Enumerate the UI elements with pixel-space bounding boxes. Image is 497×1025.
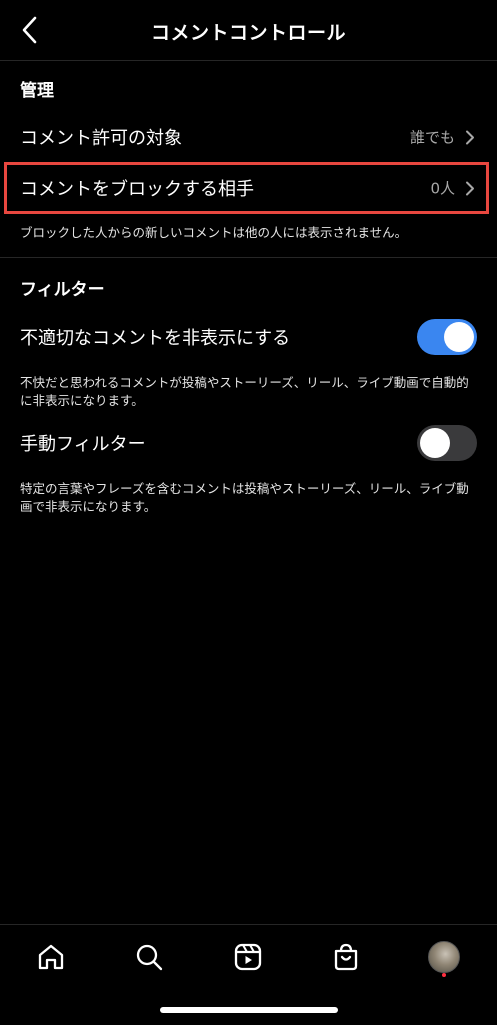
tab-shop[interactable] bbox=[326, 937, 366, 977]
highlight-annotation bbox=[4, 162, 489, 214]
shop-icon bbox=[334, 943, 358, 971]
header: コメントコントロール bbox=[0, 0, 497, 61]
tab-home[interactable] bbox=[31, 937, 71, 977]
toggle-knob bbox=[444, 322, 474, 352]
tab-search[interactable] bbox=[129, 937, 169, 977]
home-indicator bbox=[160, 1007, 338, 1013]
manual-filter-toggle[interactable] bbox=[417, 425, 477, 461]
allow-comments-from-value: 誰でも bbox=[409, 128, 455, 147]
hide-offensive-toggle[interactable] bbox=[417, 319, 477, 355]
allow-comments-from-label: コメント許可の対象 bbox=[20, 128, 182, 149]
tab-profile[interactable] bbox=[424, 937, 464, 977]
tab-reels[interactable] bbox=[228, 937, 268, 977]
manual-filter-description: 特定の言葉やフレーズを含むコメントは投稿やストーリーズ、リール、ライブ動画で非表… bbox=[20, 481, 469, 514]
page-title: コメントコントロール bbox=[150, 22, 346, 44]
allow-comments-from-row[interactable]: コメント許可の対象 誰でも bbox=[0, 112, 497, 162]
section-title-management: 管理 bbox=[20, 81, 54, 101]
profile-avatar bbox=[428, 941, 460, 973]
home-icon bbox=[38, 944, 64, 970]
block-description: ブロックした人からの新しいコメントは他の人には表示されません。 bbox=[20, 225, 408, 240]
manual-filter-label: 手動フィルター bbox=[20, 434, 146, 455]
chevron-right-icon bbox=[466, 130, 474, 144]
hide-offensive-label: 不適切なコメントを非表示にする bbox=[20, 328, 291, 349]
search-icon bbox=[136, 944, 163, 971]
hide-offensive-description: 不快だと思われるコメントが投稿やストーリーズ、リール、ライブ動画で自動的に非表示… bbox=[20, 375, 469, 408]
section-divider bbox=[0, 257, 497, 258]
section-title-filters: フィルター bbox=[20, 280, 105, 300]
reels-icon bbox=[234, 943, 262, 971]
notification-dot bbox=[442, 973, 446, 977]
toggle-knob bbox=[420, 428, 450, 458]
